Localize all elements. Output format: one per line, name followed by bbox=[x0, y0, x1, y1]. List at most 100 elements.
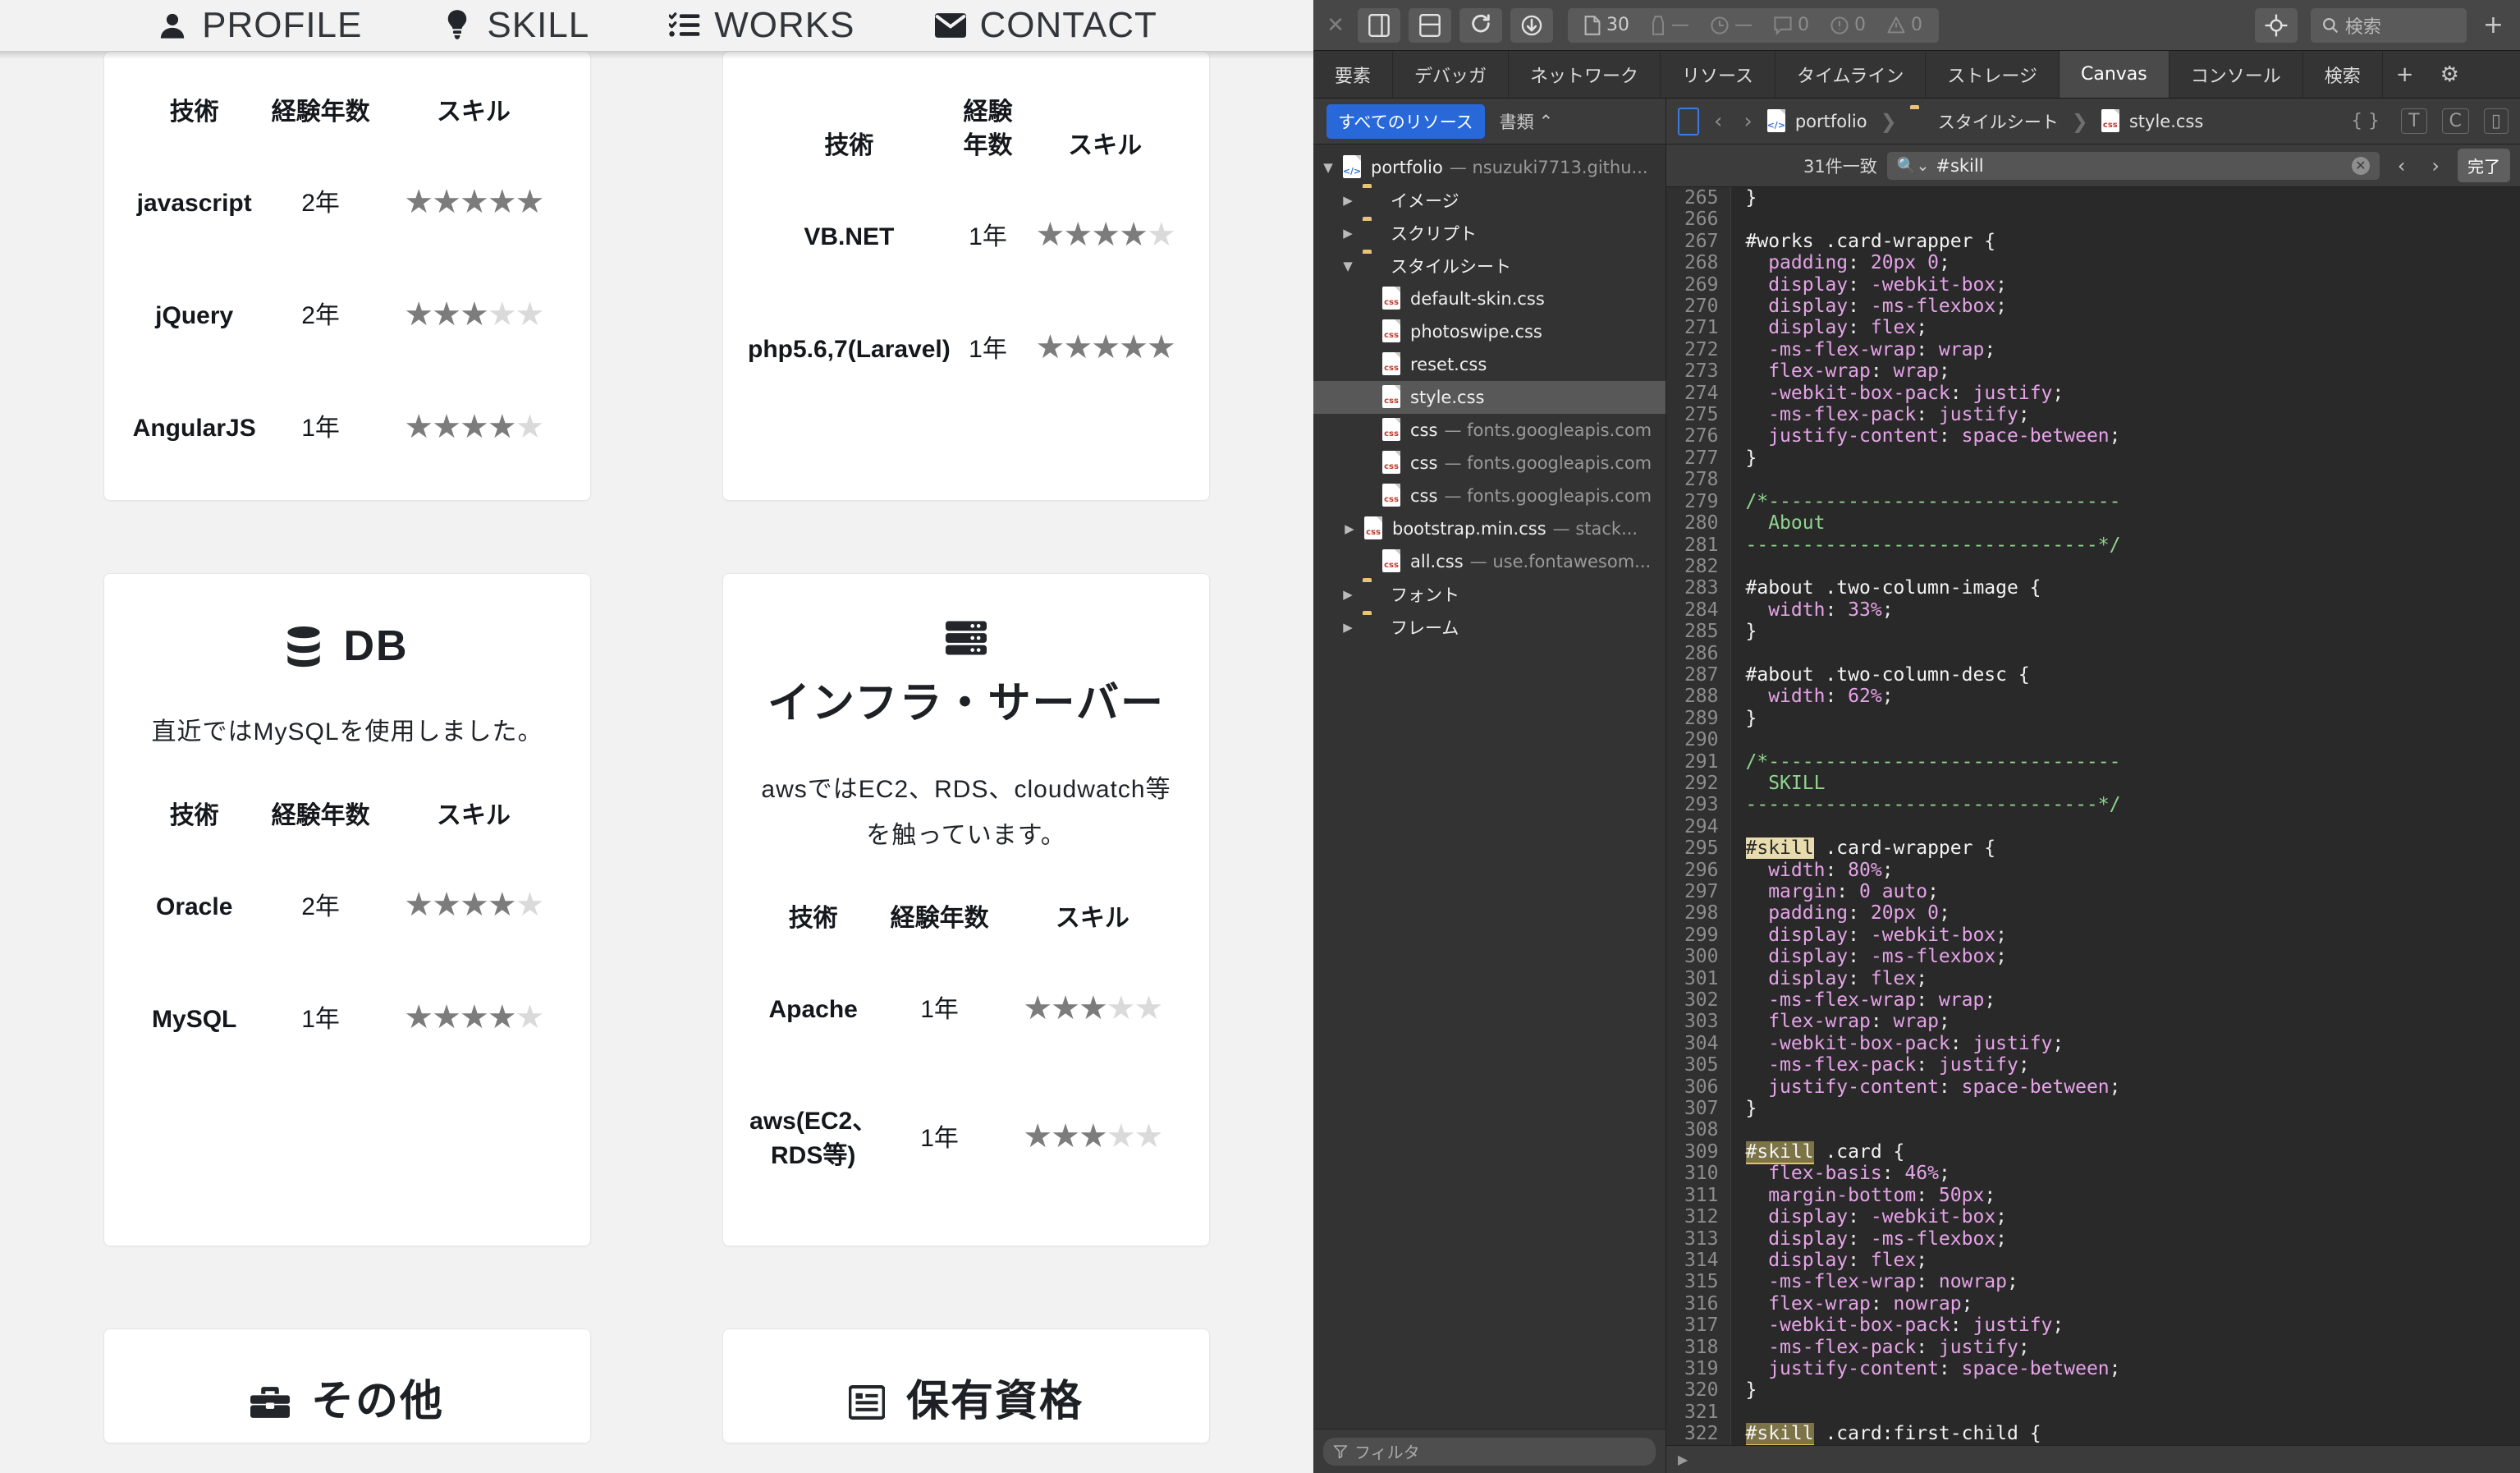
filter-input[interactable]: フィルタ bbox=[1323, 1437, 1656, 1466]
element-picker-icon[interactable] bbox=[2254, 7, 2298, 43]
line-code[interactable]: -------------------------------*/ bbox=[1730, 535, 2520, 556]
nav-item-contact[interactable]: CONTACT bbox=[934, 5, 1157, 46]
line-code[interactable]: #works .card-wrapper { bbox=[1730, 231, 2520, 252]
copy-icon[interactable]: C bbox=[2441, 108, 2469, 134]
braces-icon[interactable]: { } bbox=[2344, 109, 2386, 133]
tab-storage[interactable]: ストレージ bbox=[1926, 51, 2060, 98]
time-stat[interactable]: — bbox=[1702, 15, 1761, 35]
line-code[interactable]: display: flex; bbox=[1730, 968, 2520, 989]
line-code[interactable]: flex-wrap: wrap; bbox=[1730, 360, 2520, 382]
back-icon[interactable]: ‹ bbox=[1707, 109, 1729, 134]
line-code[interactable]: #about .two-column-image { bbox=[1730, 577, 2520, 599]
forward-icon[interactable]: › bbox=[1737, 109, 1758, 134]
resource-count-stat[interactable]: 30 bbox=[1576, 15, 1638, 35]
line-code[interactable]: -webkit-box-pack: justify; bbox=[1730, 383, 2520, 404]
warning-count-stat[interactable]: 0 bbox=[1879, 15, 1931, 35]
panel-toggle-icon[interactable]: ▯ bbox=[2483, 108, 2509, 134]
line-code[interactable]: display: -webkit-box; bbox=[1730, 274, 2520, 296]
line-code[interactable]: /*------------------------------- bbox=[1730, 751, 2520, 773]
tab-network[interactable]: ネットワーク bbox=[1509, 51, 1661, 98]
tree-row-google-fonts-1[interactable]: ▶ css css — fonts.googleapis.com bbox=[1313, 414, 1665, 447]
line-code[interactable]: width: 33%; bbox=[1730, 599, 2520, 621]
tree-row-images[interactable]: ▶ イメージ bbox=[1313, 184, 1665, 217]
line-code[interactable]: } bbox=[1730, 621, 2520, 642]
download-icon[interactable] bbox=[1510, 7, 1553, 43]
add-tab-icon[interactable]: + bbox=[2475, 11, 2512, 39]
find-prev-icon[interactable]: ‹ bbox=[2389, 154, 2414, 177]
line-code[interactable] bbox=[1730, 209, 2520, 230]
tab-canvas[interactable]: Canvas bbox=[2059, 51, 2169, 98]
nav-item-works[interactable]: WORKS bbox=[668, 5, 855, 46]
line-code[interactable]: -ms-flex-wrap: wrap; bbox=[1730, 339, 2520, 360]
line-code[interactable]: display: -ms-flexbox; bbox=[1730, 1228, 2520, 1250]
resource-tree-scroll[interactable]: ▼ </> portfolio — nsuzuki7713.githu... ▶… bbox=[1313, 145, 1665, 1429]
tree-row-scripts[interactable]: ▶ スクリプト bbox=[1313, 217, 1665, 250]
tree-row-root[interactable]: ▼ </> portfolio — nsuzuki7713.githu... bbox=[1313, 151, 1665, 184]
tree-row-stylesheets[interactable]: ▼ スタイルシート bbox=[1313, 250, 1665, 282]
line-code[interactable]: -ms-flex-pack: justify; bbox=[1730, 1337, 2520, 1358]
line-code[interactable] bbox=[1730, 556, 2520, 577]
tree-row-google-fonts-3[interactable]: ▶ css css — fonts.googleapis.com bbox=[1313, 480, 1665, 512]
tab-console[interactable]: コンソール bbox=[2169, 51, 2303, 98]
breadcrumb-stylecss[interactable]: css style.css bbox=[2101, 108, 2203, 134]
line-code[interactable]: } bbox=[1730, 708, 2520, 729]
toolbar-search-input[interactable]: 検索 bbox=[2310, 7, 2467, 43]
line-code[interactable]: About bbox=[1730, 512, 2520, 534]
line-code[interactable]: SKILL bbox=[1730, 773, 2520, 794]
tree-row-all-css[interactable]: ▶ css all.css — use.fontawesom... bbox=[1313, 545, 1665, 578]
line-code[interactable]: -ms-flex-pack: justify; bbox=[1730, 1054, 2520, 1076]
clear-icon[interactable]: ✕ bbox=[2351, 156, 2370, 175]
line-code[interactable] bbox=[1730, 643, 2520, 664]
log-count-stat[interactable]: 0 bbox=[1766, 15, 1817, 35]
find-input[interactable]: 🔍⌄ #skill ✕ bbox=[1886, 151, 2380, 180]
line-code[interactable]: padding: 20px 0; bbox=[1730, 902, 2520, 924]
line-code[interactable]: display: -ms-flexbox; bbox=[1730, 946, 2520, 967]
reload-icon[interactable] bbox=[1459, 7, 1502, 43]
line-code[interactable]: display: flex; bbox=[1730, 317, 2520, 338]
size-stat[interactable]: — bbox=[1643, 15, 1698, 35]
line-code[interactable]: } bbox=[1730, 1379, 2520, 1401]
line-code[interactable] bbox=[1730, 469, 2520, 490]
tab-debugger[interactable]: デバッガ bbox=[1393, 51, 1510, 98]
line-code[interactable]: } bbox=[1730, 187, 2520, 209]
line-code[interactable]: -ms-flex-pack: justify; bbox=[1730, 404, 2520, 425]
code-scroll-area[interactable]: 265} 266 267 #works .card-wrapper {268 pad… bbox=[1666, 187, 2520, 1445]
tree-row-default-skin-css[interactable]: ▶ css default-skin.css bbox=[1313, 282, 1665, 315]
all-resources-filter[interactable]: すべてのリソース bbox=[1326, 103, 1485, 139]
line-code[interactable]: justify-content: space-between; bbox=[1730, 425, 2520, 447]
line-code[interactable]: #skill .card-wrapper { bbox=[1730, 837, 2520, 860]
line-code[interactable]: display: -webkit-box; bbox=[1730, 925, 2520, 946]
dock-bottom-icon[interactable] bbox=[1409, 7, 1451, 43]
line-code[interactable]: -------------------------------*/ bbox=[1730, 794, 2520, 815]
disclosure-triangle-icon[interactable]: ▼ bbox=[1340, 259, 1356, 273]
close-icon[interactable]: ✕ bbox=[1322, 13, 1349, 38]
line-code[interactable] bbox=[1730, 1402, 2520, 1423]
disclosure-triangle-icon[interactable]: ▶ bbox=[1341, 521, 1358, 536]
line-code[interactable]: } bbox=[1730, 1098, 2520, 1119]
tree-row-style-css[interactable]: ▶ css style.css bbox=[1313, 381, 1665, 414]
tree-row-fonts[interactable]: ▶ フォント bbox=[1313, 578, 1665, 611]
line-code[interactable]: #skill .card:first-child { bbox=[1730, 1423, 2520, 1445]
line-code[interactable]: padding: 20px 0; bbox=[1730, 252, 2520, 273]
line-code[interactable]: flex-basis: 46%; bbox=[1730, 1163, 2520, 1184]
line-code[interactable]: width: 62%; bbox=[1730, 686, 2520, 707]
disclosure-triangle-icon[interactable]: ▶ bbox=[1340, 193, 1356, 208]
line-code[interactable]: justify-content: space-between; bbox=[1730, 1358, 2520, 1379]
line-code[interactable]: /*------------------------------- bbox=[1730, 491, 2520, 512]
nav-item-skill[interactable]: SKILL bbox=[441, 5, 589, 46]
line-code[interactable]: -webkit-box-pack: justify; bbox=[1730, 1315, 2520, 1336]
line-code[interactable]: -ms-flex-wrap: nowrap; bbox=[1730, 1271, 2520, 1292]
line-code[interactable] bbox=[1730, 1119, 2520, 1140]
tab-timeline[interactable]: タイムライン bbox=[1775, 51, 1927, 98]
tree-row-frames[interactable]: ▶ フレーム bbox=[1313, 611, 1665, 644]
error-count-stat[interactable]: 0 bbox=[1822, 15, 1874, 35]
disclosure-triangle-icon[interactable]: ▼ bbox=[1320, 160, 1336, 175]
line-code[interactable]: display: -ms-flexbox; bbox=[1730, 296, 2520, 317]
sidebar-toggle-icon[interactable] bbox=[1678, 107, 1699, 135]
text-icon[interactable]: T bbox=[2401, 108, 2427, 134]
line-code[interactable]: display: -webkit-box; bbox=[1730, 1206, 2520, 1228]
breadcrumb-portfolio[interactable]: </> portfolio bbox=[1767, 108, 1867, 134]
add-tab-plus-icon[interactable]: + bbox=[2383, 51, 2427, 98]
line-code[interactable] bbox=[1730, 729, 2520, 750]
settings-gear-icon[interactable]: ⚙ bbox=[2427, 51, 2472, 98]
